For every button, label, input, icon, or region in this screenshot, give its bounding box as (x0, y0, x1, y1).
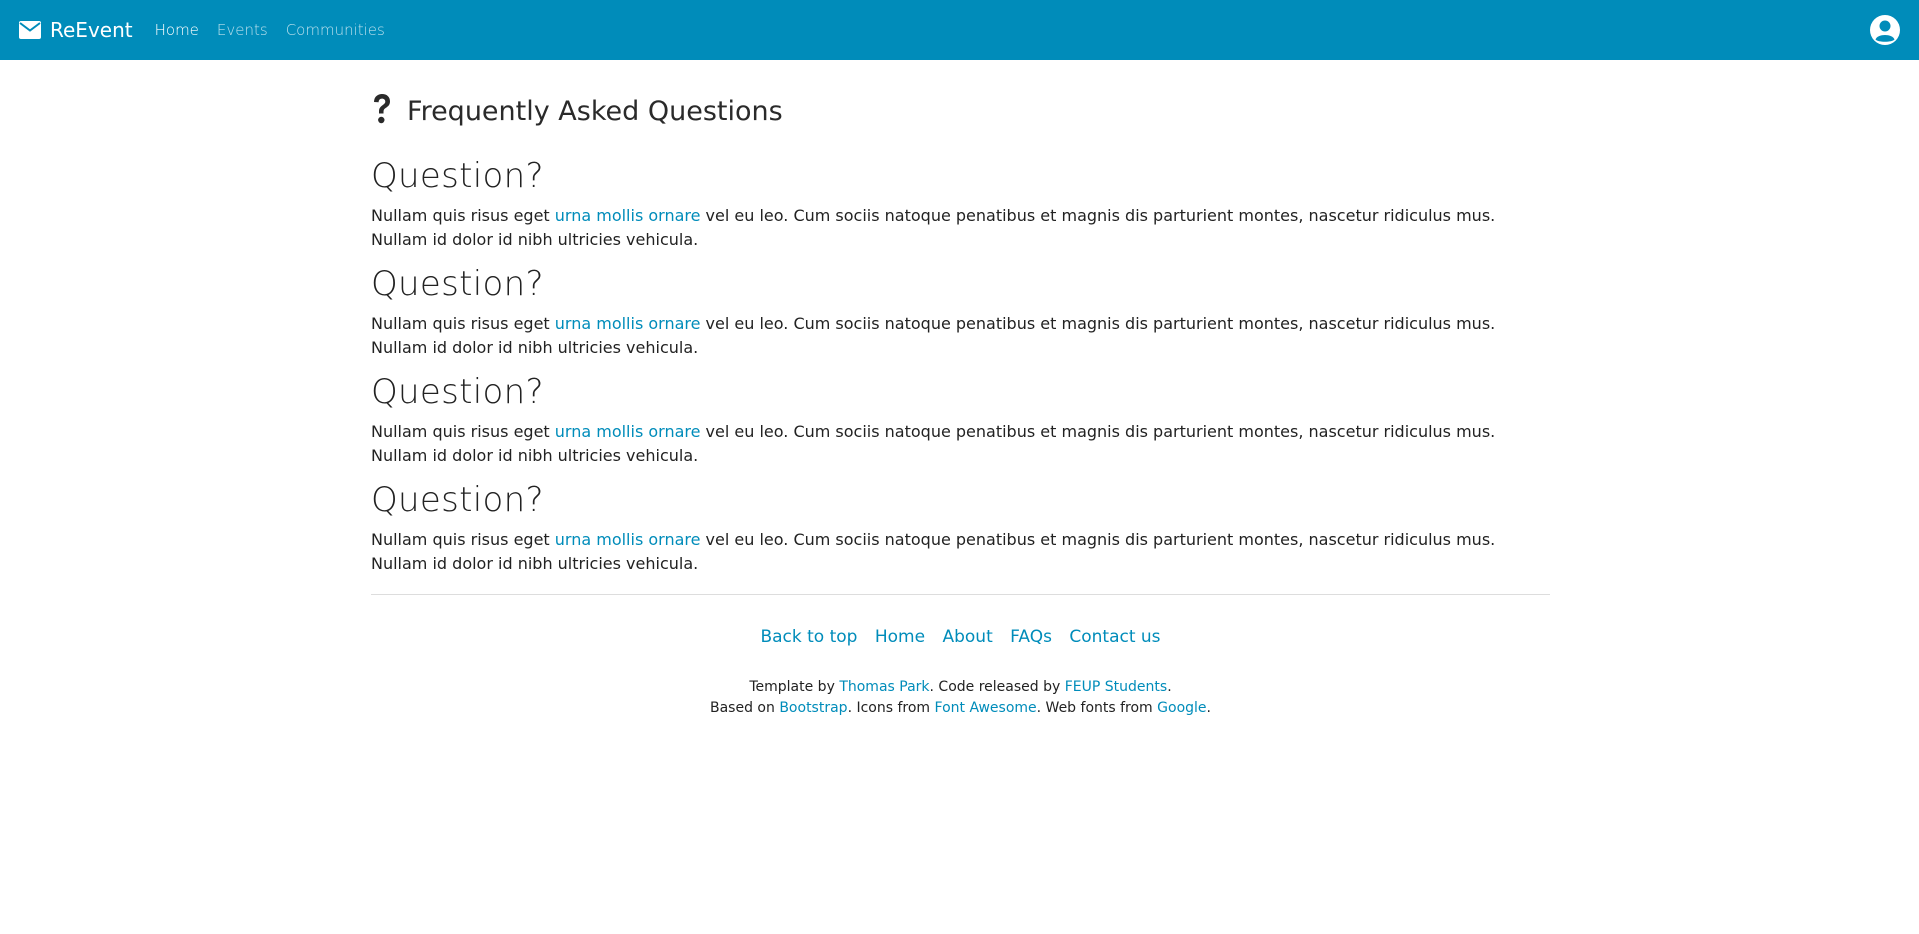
faq-answer: Nullam quis risus eget urna mollis ornar… (371, 420, 1550, 468)
answer-link[interactable]: urna mollis ornare (555, 530, 701, 549)
user-circle-icon[interactable] (1869, 14, 1901, 46)
footer-credits: Template by Thomas Park. Code released b… (371, 677, 1550, 719)
credit-text: Based on (710, 700, 780, 716)
credit-link-font-awesome[interactable]: Font Awesome (935, 700, 1037, 716)
nav-home[interactable]: Home (155, 21, 199, 39)
answer-text: Nullam quis risus eget (371, 422, 555, 441)
nav-events[interactable]: Events (217, 21, 268, 39)
footer-link-back-to-top[interactable]: Back to top (760, 627, 857, 647)
footer-credits-line-2: Based on Bootstrap. Icons from Font Awes… (371, 698, 1550, 719)
faq-answer: Nullam quis risus eget urna mollis ornar… (371, 312, 1550, 360)
credit-text: . (1206, 700, 1211, 716)
credit-text: . Icons from (847, 700, 935, 716)
faq-answer: Nullam quis risus eget urna mollis ornar… (371, 528, 1550, 576)
credit-link-thomas-park[interactable]: Thomas Park (839, 679, 929, 695)
answer-text: Nullam quis risus eget (371, 206, 555, 225)
credit-text: . (1167, 679, 1172, 695)
faq-item: Question? Nullam quis risus eget urna mo… (371, 370, 1550, 468)
navbar: ReEvent Home Events Communities (0, 0, 1919, 60)
answer-link[interactable]: urna mollis ornare (555, 422, 701, 441)
footer-links: Back to top Home About FAQs Contact us (371, 627, 1550, 647)
page-title: Frequently Asked Questions (407, 95, 783, 127)
answer-link[interactable]: urna mollis ornare (555, 206, 701, 225)
credit-text: . Code released by (929, 679, 1065, 695)
nav-communities[interactable]: Communities (286, 21, 385, 39)
faq-list: Question? Nullam quis risus eget urna mo… (371, 154, 1550, 576)
brand-link[interactable]: ReEvent (18, 18, 133, 42)
credit-link-google[interactable]: Google (1157, 700, 1206, 716)
brand-name: ReEvent (50, 18, 133, 42)
footer-link-contact-us[interactable]: Contact us (1069, 627, 1160, 647)
answer-text: Nullam quis risus eget (371, 314, 555, 333)
footer-credits-line-1: Template by Thomas Park. Code released b… (371, 677, 1550, 698)
credit-link-bootstrap[interactable]: Bootstrap (779, 700, 847, 716)
footer-link-about[interactable]: About (942, 627, 992, 647)
credit-text: Template by (749, 679, 840, 695)
envelope-icon (18, 18, 42, 42)
nav-links: Home Events Communities (155, 21, 403, 39)
faq-item: Question? Nullam quis risus eget urna mo… (371, 262, 1550, 360)
faq-answer: Nullam quis risus eget urna mollis ornar… (371, 204, 1550, 252)
faq-question: Question? (371, 372, 544, 412)
faq-item: Question? Nullam quis risus eget urna mo… (371, 154, 1550, 252)
footer-link-home[interactable]: Home (875, 627, 925, 647)
credit-text: . Web fonts from (1036, 700, 1158, 716)
page-header: Frequently Asked Questions (371, 84, 1550, 138)
faq-question: Question? (371, 264, 544, 304)
footer-divider (371, 594, 1550, 595)
answer-link[interactable]: urna mollis ornare (555, 314, 701, 333)
footer-link-faqs[interactable]: FAQs (1010, 627, 1052, 647)
faq-question: Question? (371, 480, 544, 520)
faq-question: Question? (371, 156, 544, 196)
main-content: Frequently Asked Questions Question? Nul… (371, 60, 1550, 719)
faq-item: Question? Nullam quis risus eget urna mo… (371, 478, 1550, 576)
answer-text: Nullam quis risus eget (371, 530, 555, 549)
question-icon (371, 93, 407, 129)
credit-link-feup-students[interactable]: FEUP Students (1065, 679, 1167, 695)
